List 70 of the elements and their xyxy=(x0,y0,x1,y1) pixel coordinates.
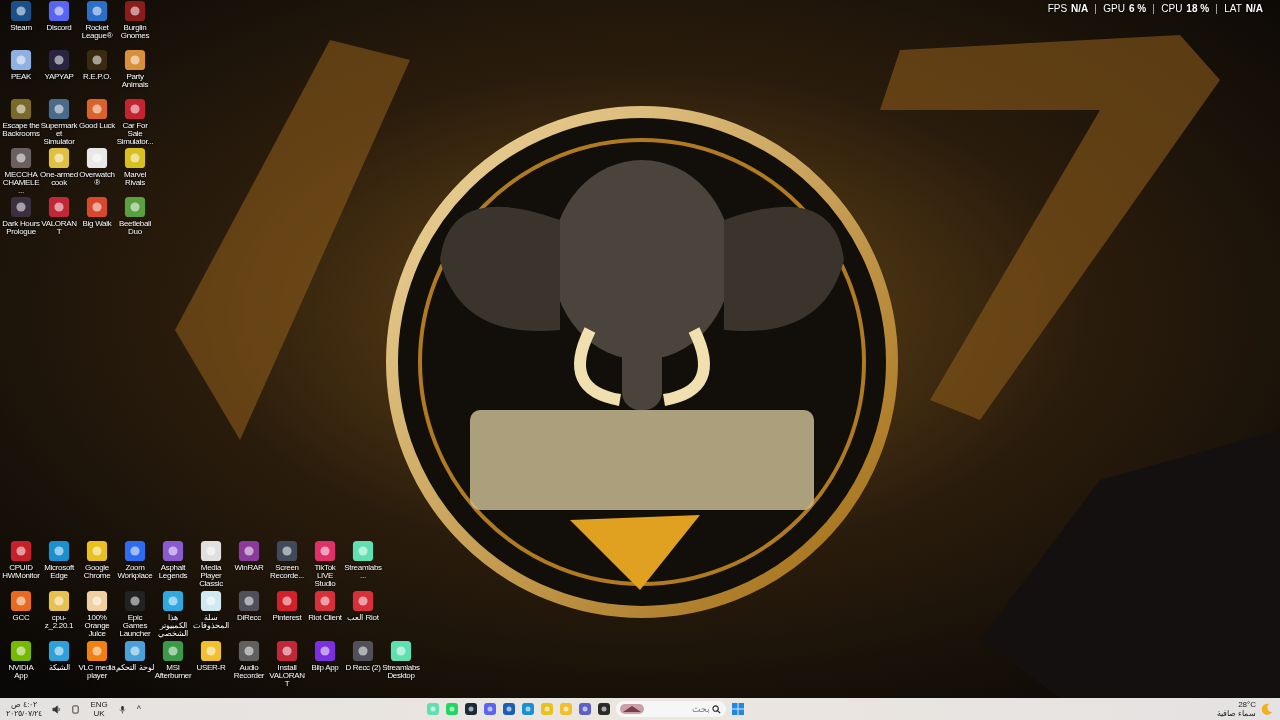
icon-label: Rocket League® xyxy=(80,24,114,40)
tray-chevron-button[interactable]: ^ xyxy=(136,704,142,714)
icon-label: Audio Recorder xyxy=(232,664,266,680)
icon-label: Burglin Gnomes xyxy=(119,24,151,40)
speaker-icon[interactable] xyxy=(52,704,62,714)
metric-label: LAT xyxy=(1224,4,1242,14)
icon-label: VALORANT xyxy=(40,220,78,236)
icon-label: Install VALORANT xyxy=(268,664,306,688)
icon-label: PEAK xyxy=(9,73,33,81)
metric-value: N/A xyxy=(1245,4,1263,14)
icon-label: TikTok LIVE Studio xyxy=(313,564,337,588)
icon-label: هذا الكمبيوتر الشخصي xyxy=(157,614,189,638)
icon-label: Asphalt Legends xyxy=(157,564,189,580)
icon-label: MECCHA CHAMELE... xyxy=(2,171,40,195)
icon-label: Streamlabs Desktop xyxy=(382,664,420,680)
icon-label: DiRecc xyxy=(236,614,262,622)
windows-start-icon[interactable] xyxy=(731,702,745,716)
icon-label: cpu-z_2.20.1 xyxy=(43,614,75,630)
metric-label: GPU xyxy=(1103,4,1125,14)
icon-label: Google Chrome xyxy=(82,564,112,580)
icon-label: لوحة التحكم xyxy=(116,664,154,672)
icon-label: Marvel Rivals xyxy=(122,171,148,187)
icon-label: D Recc (2) xyxy=(344,664,382,672)
icon-label: Car For Sale Simulator... xyxy=(116,122,154,146)
icon-label: Steam xyxy=(9,24,33,32)
icon-label: سلة المحذوفات xyxy=(192,614,230,630)
icon-label: Big Walk xyxy=(81,220,113,228)
icon-label: Streamlabs... xyxy=(344,564,382,580)
icon-label: YAPYAP xyxy=(43,73,75,81)
icon-label: MSI Afterburner xyxy=(154,664,192,680)
icon-label: NVIDIA App xyxy=(7,664,35,680)
icon-label: One-armed cook xyxy=(40,171,78,187)
icon-label: Blip App xyxy=(310,664,340,672)
app-icon[interactable] xyxy=(597,702,611,716)
icon-label: Epic Games Launcher xyxy=(118,614,152,638)
icon-label: Party Animals xyxy=(120,73,150,89)
icon-label: Good Luck xyxy=(78,122,116,130)
search-field[interactable]: بحث xyxy=(616,701,726,717)
metric-value: 18 % xyxy=(1186,4,1210,14)
icon-label: الشبكة xyxy=(47,664,71,672)
icon-label: WinRAR xyxy=(233,564,265,572)
icon-label: Zoom Workplace xyxy=(116,564,154,580)
icon-label: Escape the Backrooms xyxy=(2,122,40,138)
icon-label: Pinterest xyxy=(271,614,303,622)
metric-value: N/A xyxy=(1071,4,1089,14)
icon-label: R.E.P.O. xyxy=(81,73,113,81)
icon-label: 100% Orange Juice xyxy=(83,614,111,638)
icon-label: العب Riot xyxy=(346,614,380,622)
icon-label: Overwatch® xyxy=(78,171,116,187)
moon-icon xyxy=(1260,702,1274,716)
app-icon[interactable] xyxy=(464,702,478,716)
icon-label: USER-R xyxy=(195,664,227,672)
language-indicator[interactable]: ENG UK xyxy=(90,700,108,718)
icon-label: Dark Hours Prologue xyxy=(2,220,40,236)
microphone-icon[interactable] xyxy=(117,704,127,714)
metric-value: 6 % xyxy=(1129,4,1147,14)
icon-label: VLC media player xyxy=(78,664,116,680)
metric-label: FPS xyxy=(1047,4,1068,14)
clock[interactable]: ٤:٠٢ ص ٢٠٢٥/٠٧/٢٤ xyxy=(6,700,43,718)
metric-label: CPU xyxy=(1161,4,1183,14)
icon-label: Screen Recorde... xyxy=(269,564,305,580)
icon-label: CPUID HWMonitor xyxy=(2,564,40,580)
search-icon xyxy=(712,704,721,714)
icon-label: Supermarket Simulator xyxy=(40,122,78,146)
icon-label: Discord xyxy=(45,24,73,32)
icon-label: GCC xyxy=(11,614,31,622)
icon-label: Beetleball Duo xyxy=(117,220,153,236)
icon-label: Riot Client xyxy=(307,614,343,622)
icon-label: Media Player Classic xyxy=(198,564,224,588)
icon-label: Microsoft Edge xyxy=(43,564,75,580)
